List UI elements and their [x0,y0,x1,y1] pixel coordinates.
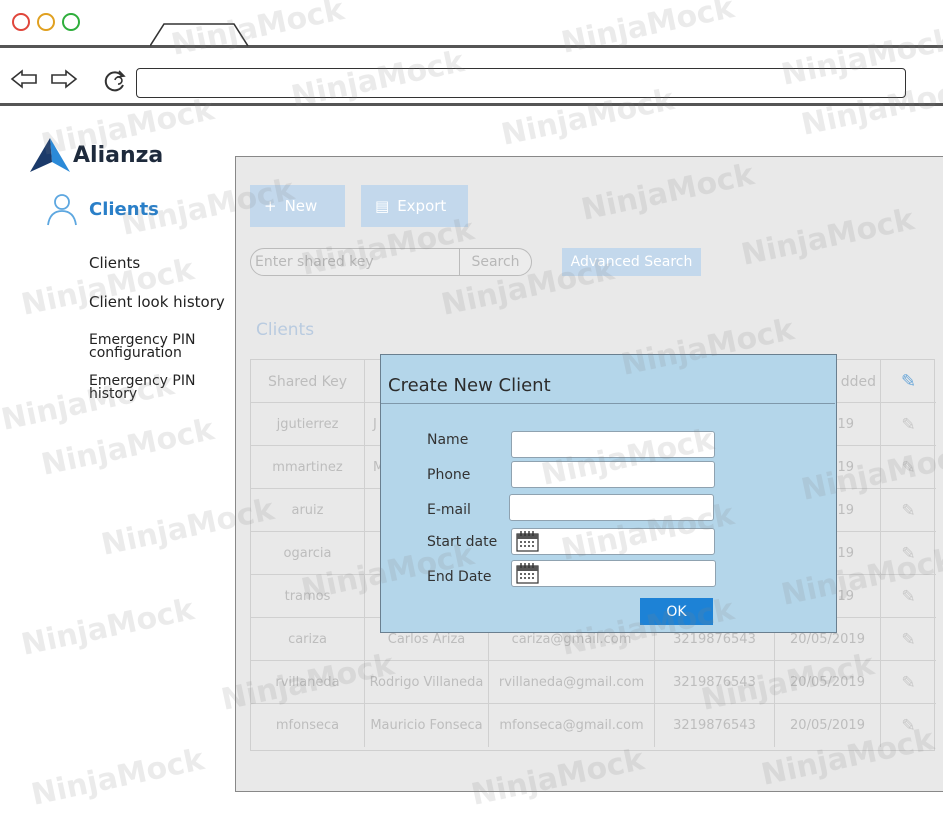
minimize-window-button[interactable] [37,13,55,31]
phone-label: Phone [427,467,471,483]
email-label: E-mail [427,502,471,518]
create-client-dialog: Create New Client Name Phone E-mail Star… [380,354,837,633]
cell-phone: 3219876543 [655,661,775,704]
sidebar-item-emergency-pin-history[interactable]: Emergency PIN history [89,374,219,401]
column-header-edit: ✎ [881,360,936,403]
sidebar-item-emergency-pin-configuration[interactable]: Emergency PIN configuration [89,333,219,360]
browser-title-bar [0,0,943,48]
cell-date-added: 20/05/2019 [775,661,881,704]
edit-row-button[interactable]: ✎ [881,661,936,704]
search-button[interactable]: Search [459,249,531,275]
reload-icon[interactable] [102,68,128,94]
pencil-icon: ✎ [901,715,916,736]
name-input[interactable] [511,431,715,458]
clients-section-title: Clients [256,320,315,340]
cell-phone: 3219876543 [655,704,775,747]
end-date-label: End Date [427,569,492,585]
plus-icon: + [264,197,277,215]
end-date-input[interactable] [511,560,716,587]
email-input[interactable] [509,494,714,521]
pencil-icon: ✎ [901,629,916,650]
brand-name: Alianza [73,143,164,168]
sidebar-item-clients[interactable]: Clients [89,256,140,271]
user-icon [47,194,77,226]
start-date-label: Start date [427,534,498,550]
forward-arrow-icon[interactable] [48,68,78,90]
table-row[interactable]: mfonseca Mauricio Fonseca mfonseca@gmail.c… [251,704,936,747]
edit-row-button[interactable]: ✎ [881,704,936,747]
sidebar-item-client-look-history[interactable]: Client look history [89,295,225,310]
alianza-logo-icon [30,138,70,172]
cell-date-added: 20/05/2019 [775,704,881,747]
cell-shared-key: ogarcia [251,532,365,575]
cell-shared-key: tramos [251,575,365,618]
cell-shared-key: aruiz [251,489,365,532]
pencil-icon: ✎ [900,371,917,392]
edit-row-button[interactable]: ✎ [881,489,936,532]
pencil-icon: ✎ [901,672,916,693]
export-icon: ▤ [375,197,390,215]
edit-row-button[interactable]: ✎ [881,618,936,661]
back-arrow-icon[interactable] [10,68,40,90]
cell-shared-key: cariza [251,618,365,661]
search-box: Enter shared key Search [250,248,532,276]
cell-shared-key: rvillaneda [251,661,365,704]
ok-button[interactable]: OK [640,598,713,625]
column-header-shared-key[interactable]: Shared Key [251,360,365,403]
table-row[interactable]: rvillaneda Rodrigo Villaneda rvillaneda@gm… [251,661,936,704]
shared-key-search-input[interactable]: Enter shared key [255,254,374,270]
browser-nav-bar [0,50,943,106]
pencil-icon: ✎ [901,586,916,607]
start-date-input[interactable] [511,528,715,555]
calendar-icon[interactable] [515,562,541,585]
pencil-icon: ✎ [901,543,916,564]
sidebar-section-clients[interactable]: Clients [89,199,159,220]
pencil-icon: ✎ [901,500,916,521]
edit-row-button[interactable]: ✎ [881,446,936,489]
dialog-title: Create New Client [388,375,551,396]
cell-shared-key: mmartinez [251,446,365,489]
edit-row-button[interactable]: ✎ [881,532,936,575]
cell-shared-key: mfonseca [251,704,365,747]
pencil-icon: ✎ [901,457,916,478]
calendar-icon[interactable] [515,530,541,553]
dialog-divider [381,403,835,404]
pencil-icon: ✎ [901,414,916,435]
edit-row-button[interactable]: ✎ [881,403,936,446]
close-window-button[interactable] [12,13,30,31]
cell-name: Mauricio Fonseca [365,704,489,747]
cell-shared-key: jgutierrez [251,403,365,446]
cell-name: Rodrigo Villaneda [365,661,489,704]
cell-email: mfonseca@gmail.com [489,704,655,747]
maximize-window-button[interactable] [62,13,80,31]
browser-tab[interactable] [150,22,250,48]
phone-input[interactable] [511,461,715,488]
new-button-label: New [284,197,318,215]
address-bar[interactable] [136,68,906,98]
ninjamock-watermark: NinjaMock [38,412,218,483]
cell-email: rvillaneda@gmail.com [489,661,655,704]
export-button-label: Export [397,197,447,215]
ninjamock-watermark: NinjaMock [18,592,198,663]
new-button[interactable]: + New [250,185,345,227]
advanced-search-button[interactable]: Advanced Search [562,248,701,276]
ninjamock-watermark: NinjaMock [28,742,208,813]
edit-row-button[interactable]: ✎ [881,575,936,618]
export-button[interactable]: ▤ Export [361,185,468,227]
name-label: Name [427,432,469,448]
